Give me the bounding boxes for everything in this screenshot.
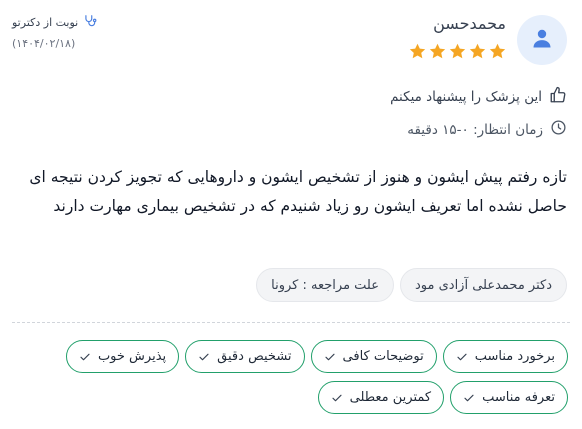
wait-time-text: زمان انتظار: ۰-۱۵ دقیقه: [407, 121, 543, 138]
feedback-chip: تشخیص دقیق: [185, 340, 305, 373]
feedback-chip-label: پذیرش خوب: [97, 349, 167, 364]
check-icon: [464, 394, 474, 401]
booking-label: نوبت از دکترتو: [12, 16, 79, 29]
recommend-row: این پزشک را پیشنهاد میکنم: [390, 86, 567, 108]
stethoscope-icon: [83, 14, 97, 31]
user-avatar: [517, 15, 567, 65]
feedback-chips: برخورد مناسب توضیحات کافی تشخیص دقیق پذی…: [12, 340, 568, 414]
booking-source: نوبت از دکترتو (۱۴۰۴/۰۲/۱۸): [12, 14, 97, 50]
check-icon: [199, 353, 209, 360]
feedback-chip-label: برخورد مناسب: [474, 349, 555, 364]
feedback-chip-label: تعرفه مناسب: [482, 390, 555, 405]
recommend-text: این پزشک را پیشنهاد میکنم: [390, 89, 542, 105]
feedback-chip-label: توضیحات کافی: [342, 349, 424, 364]
feedback-chip-label: تشخیص دقیق: [217, 349, 292, 364]
review-comment: تازه رفتم پیش ایشون و هنوز از تشخیص ایشو…: [29, 168, 567, 215]
star-icon: [449, 43, 466, 59]
clock-icon: [550, 119, 567, 140]
check-icon: [324, 353, 335, 360]
review-card: محمدحسن نوبت از دکترتو (۱۴۰۴/۰۲/۱۸) این …: [0, 0, 582, 429]
check-icon: [457, 353, 467, 360]
feedback-chip: کمترین معطلی: [317, 381, 445, 414]
star-icon: [409, 43, 426, 59]
visit-reason-tag: علت مراجعه : کرونا: [256, 268, 394, 302]
feedback-chip-label: کمترین معطلی: [349, 390, 432, 405]
check-icon: [80, 353, 90, 360]
check-icon: [332, 394, 342, 401]
star-icon: [489, 43, 506, 59]
star-icon: [429, 43, 446, 59]
doctor-tag[interactable]: دکتر محمدعلی آزادی مود: [400, 268, 567, 302]
star-rating: [408, 42, 507, 61]
wait-time-row: زمان انتظار: ۰-۱۵ دقیقه: [407, 119, 567, 140]
divider: [12, 322, 570, 323]
feedback-chip: تعرفه مناسب: [450, 381, 568, 414]
reviewer-name: محمدحسن: [433, 14, 506, 33]
feedback-chip: برخورد مناسب: [442, 340, 568, 373]
feedback-chip: پذیرش خوب: [65, 340, 180, 373]
feedback-chip: توضیحات کافی: [310, 340, 437, 373]
booking-date: (۱۴۰۴/۰۲/۱۸): [12, 37, 76, 50]
star-icon: [469, 43, 486, 59]
user-icon: [530, 26, 554, 54]
review-tags: دکتر محمدعلی آزادی مود علت مراجعه : کرون…: [256, 268, 567, 302]
thumbs-up-icon: [549, 86, 567, 108]
